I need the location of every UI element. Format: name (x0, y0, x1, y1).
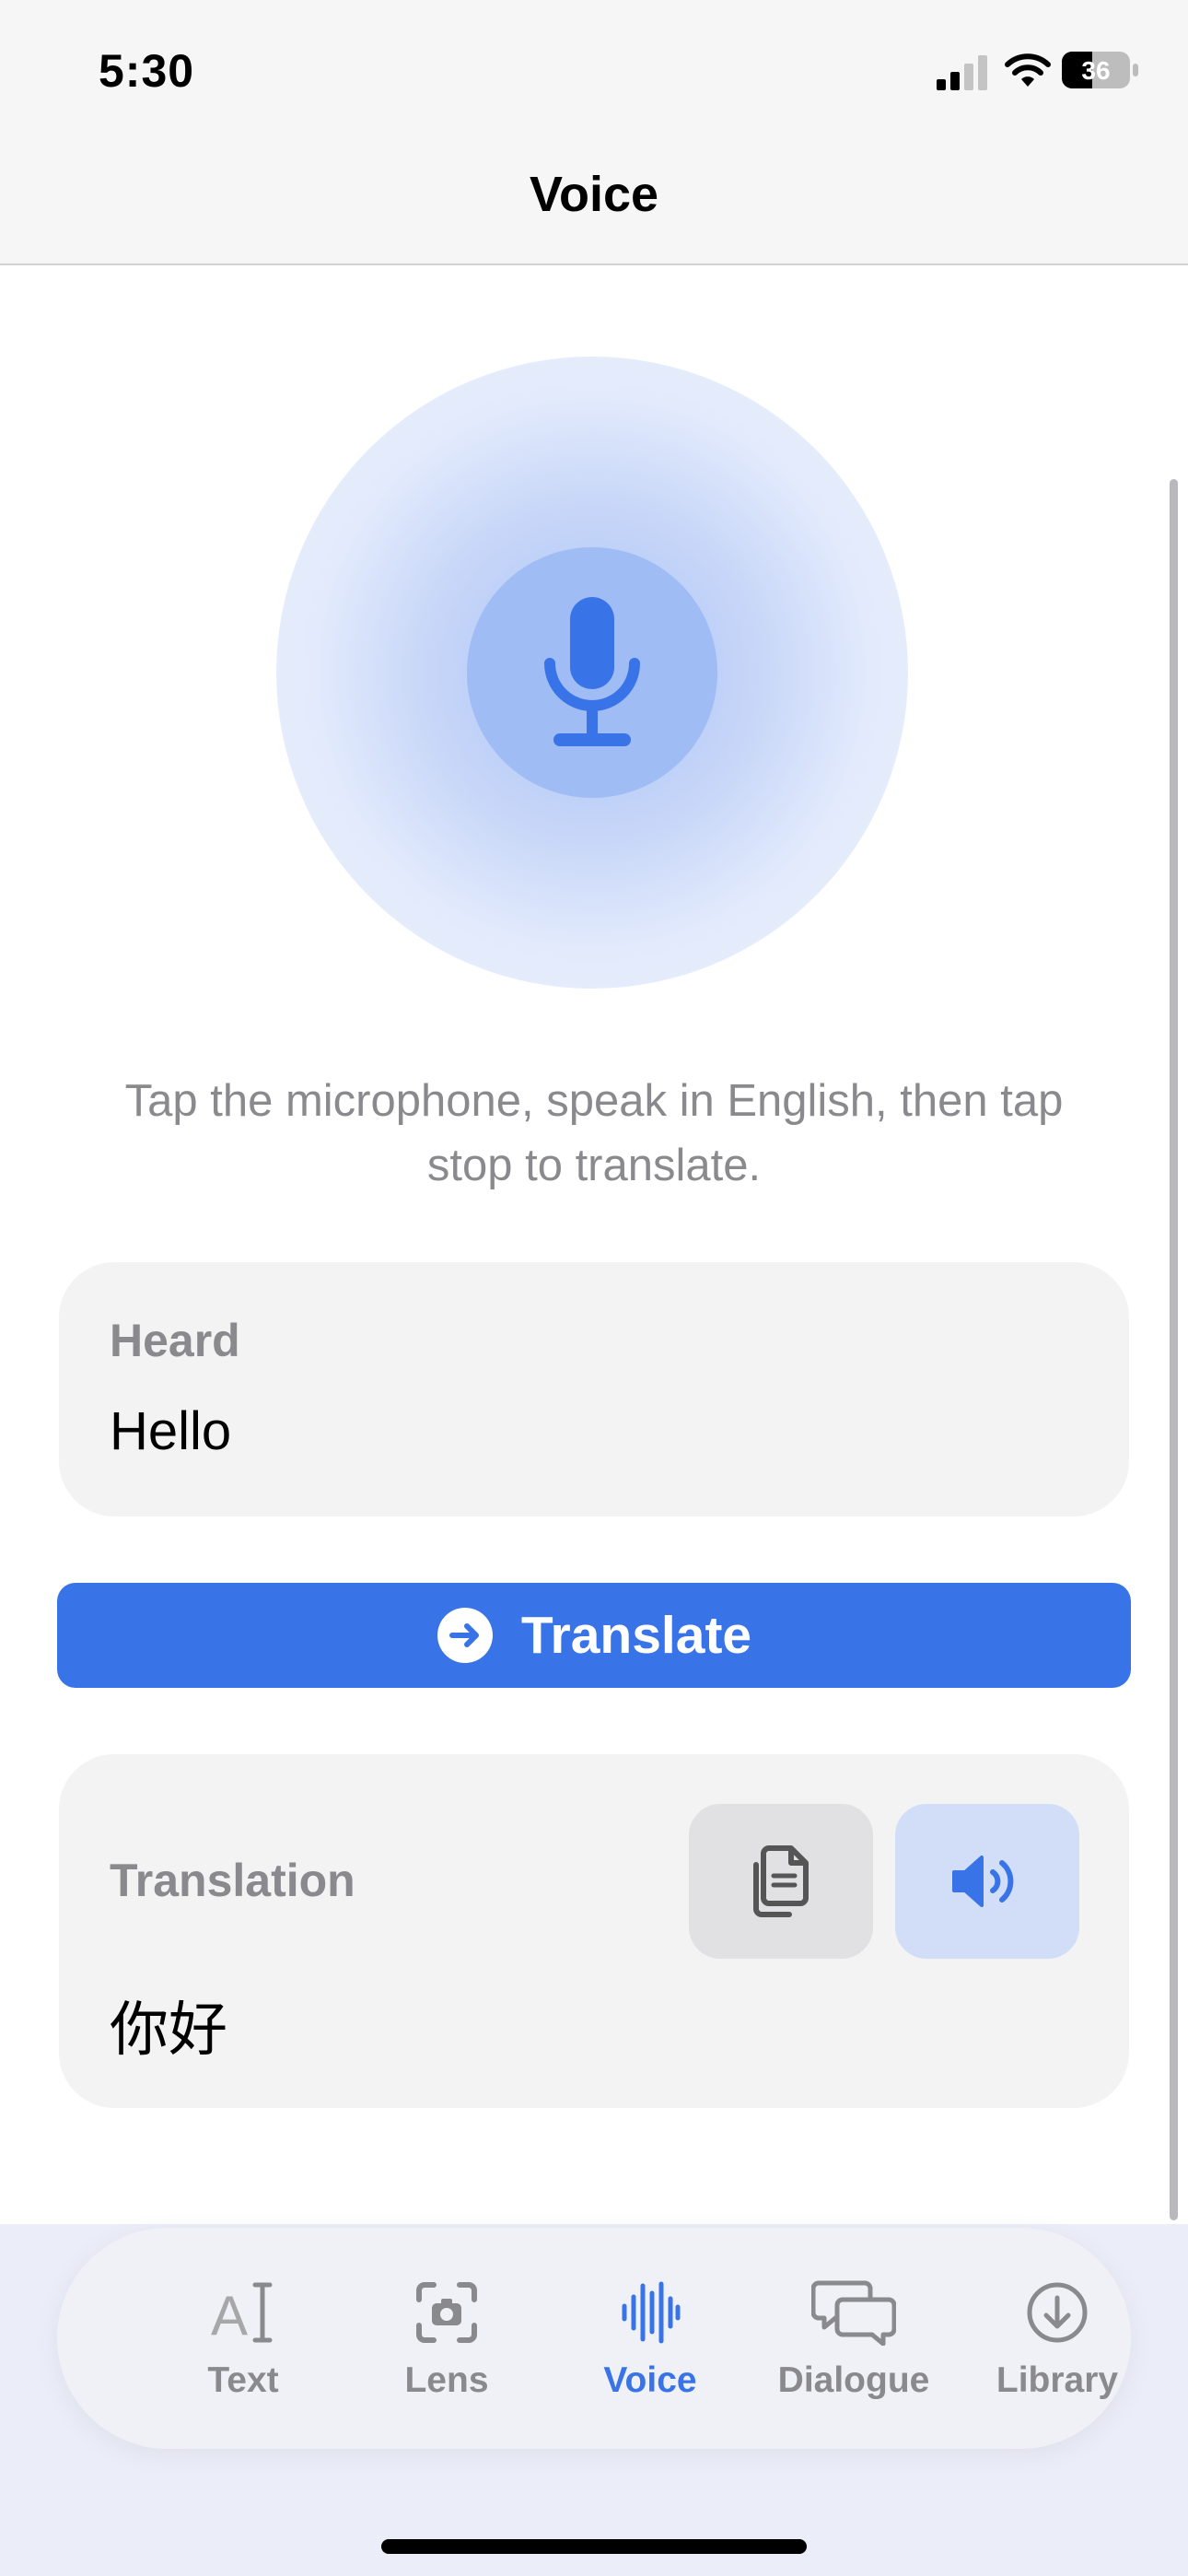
voice-screen: 5:30 36 Voice Tap the microphone, speak … (0, 0, 1188, 2576)
tab-text[interactable]: A Text (142, 2228, 344, 2449)
home-indicator[interactable] (381, 2539, 807, 2554)
tab-voice-label: Voice (603, 2360, 697, 2400)
status-time: 5:30 (99, 45, 195, 97)
battery-icon: 36 (1062, 52, 1138, 88)
speaker-icon (952, 1856, 1014, 1907)
scroll-indicator[interactable] (1170, 479, 1178, 2220)
camera-viewfinder-icon (416, 2282, 477, 2343)
battery-level: 36 (1081, 56, 1110, 85)
arrow-right-circle-icon (437, 1608, 493, 1663)
tab-voice[interactable]: Voice (549, 2228, 751, 2449)
tab-library[interactable]: Library (956, 2228, 1159, 2449)
wifi-icon (1005, 53, 1051, 87)
microphone-button[interactable] (467, 547, 717, 798)
tab-library-label: Library (996, 2360, 1119, 2400)
copy-button[interactable] (689, 1804, 873, 1959)
tab-lens-label: Lens (404, 2360, 489, 2400)
page-title: Voice (529, 167, 659, 222)
tab-dialogue-label: Dialogue (777, 2360, 930, 2400)
tab-bar: A Text Lens Voice Dialogue Library (57, 2228, 1131, 2449)
speech-bubbles-icon (811, 2280, 896, 2346)
text-cursor-icon: A (211, 2282, 273, 2346)
top-bar: 5:30 36 Voice (0, 0, 1188, 265)
heard-label: Heard (110, 1315, 240, 1366)
translation-text: 你好 (110, 1996, 227, 2065)
translate-button[interactable]: Translate (57, 1583, 1131, 1688)
cellular-signal-icon (937, 55, 987, 90)
svg-text:A: A (211, 2285, 248, 2346)
instruction-text: Tap the microphone, speak in English, th… (124, 1076, 1064, 1190)
waveform-icon (622, 2281, 681, 2344)
copy-icon (753, 1845, 809, 1917)
speak-button[interactable] (895, 1804, 1079, 1959)
heard-text: Hello (110, 1401, 232, 1461)
download-circle-icon (1027, 2282, 1088, 2343)
microphone-icon (544, 597, 640, 746)
tab-text-label: Text (207, 2360, 279, 2400)
tab-lens[interactable]: Lens (345, 2228, 548, 2449)
translation-label: Translation (110, 1855, 355, 1906)
heard-card: Heard Hello (59, 1262, 1129, 1516)
tab-dialogue[interactable]: Dialogue (752, 2228, 955, 2449)
translation-card: Translation 你好 (59, 1754, 1129, 2108)
translate-label: Translate (520, 1606, 752, 1665)
